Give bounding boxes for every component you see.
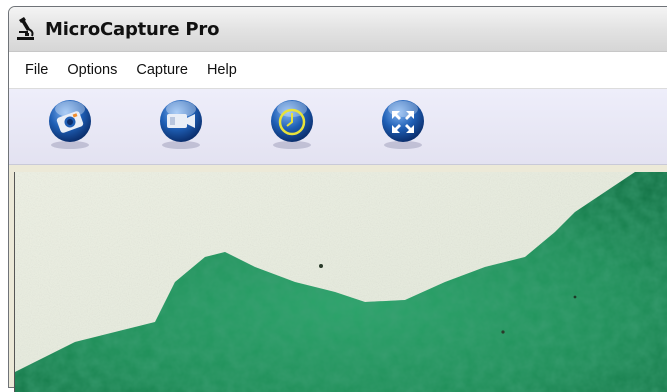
camera-button[interactable]: [45, 97, 95, 151]
clock-icon: [271, 100, 313, 149]
menu-file[interactable]: File: [19, 52, 54, 88]
title-bar: MicroCapture Pro: [9, 7, 667, 52]
fullscreen-button[interactable]: [378, 97, 428, 151]
expand-arrows-icon: [382, 100, 424, 149]
menu-bar: File Options Capture Help: [9, 52, 667, 89]
microscope-icon: [15, 15, 39, 43]
video-camera-icon: [160, 100, 202, 149]
camera-icon: [49, 100, 91, 149]
menu-options[interactable]: Options: [61, 52, 123, 88]
specimen-image: [15, 172, 667, 392]
camera-preview[interactable]: [14, 172, 667, 392]
toolbar: [9, 89, 667, 165]
menu-capture[interactable]: Capture: [130, 52, 194, 88]
timer-button[interactable]: [267, 97, 317, 151]
window-title: MicroCapture Pro: [45, 18, 220, 40]
video-button[interactable]: [156, 97, 206, 151]
menu-help[interactable]: Help: [201, 52, 243, 88]
